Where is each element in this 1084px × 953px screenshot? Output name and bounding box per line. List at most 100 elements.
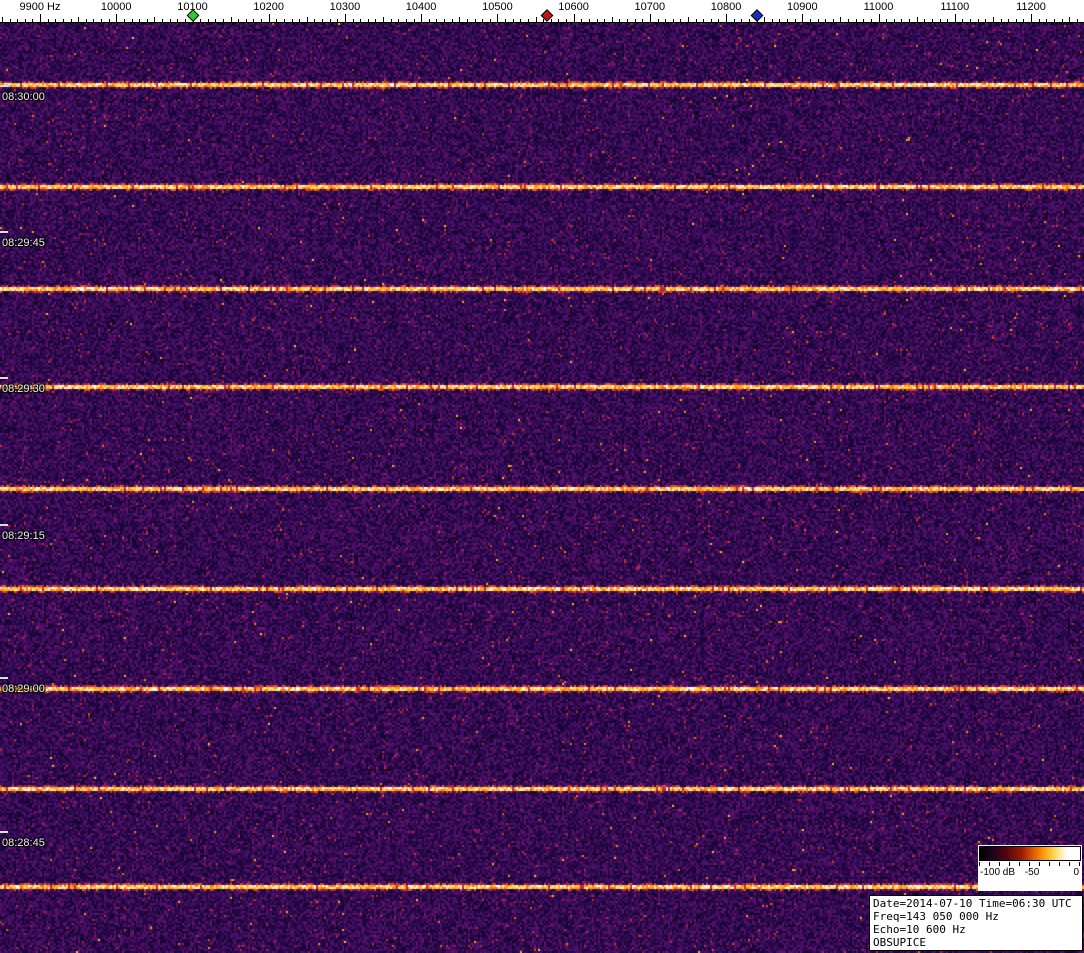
freq-minor-tick: [940, 19, 941, 22]
freq-minor-tick: [566, 19, 567, 22]
freq-tick-label: 10900: [787, 1, 818, 13]
freq-major-tick: [345, 14, 346, 22]
info-box: Date=2014-07-10 Time=06:30 UTC Freq=143 …: [869, 895, 1083, 951]
freq-minor-tick: [779, 19, 780, 22]
freq-minor-tick: [429, 19, 430, 22]
freq-minor-tick: [391, 19, 392, 22]
freq-minor-tick: [627, 19, 628, 22]
freq-minor-tick: [436, 19, 437, 22]
freq-major-tick: [802, 14, 803, 22]
colorbar-legend: -100 dB -50 0: [978, 845, 1082, 891]
freq-minor-tick: [238, 19, 239, 22]
freq-minor-tick: [101, 19, 102, 22]
freq-minor-tick: [513, 19, 514, 22]
freq-minor-tick: [322, 19, 323, 22]
freq-minor-tick: [459, 17, 460, 22]
freq-tick-label: 9900 Hz: [20, 1, 61, 13]
freq-minor-tick: [558, 19, 559, 22]
freq-minor-tick: [276, 19, 277, 22]
freq-minor-tick: [452, 19, 453, 22]
freq-minor-tick: [2, 17, 3, 22]
freq-minor-tick: [48, 19, 49, 22]
freq-minor-tick: [894, 19, 895, 22]
freq-minor-tick: [848, 19, 849, 22]
freq-minor-tick: [154, 17, 155, 22]
freq-minor-tick: [63, 19, 64, 22]
freq-minor-tick: [71, 19, 72, 22]
freq-minor-tick: [223, 19, 224, 22]
freq-minor-tick: [314, 19, 315, 22]
colorbar-gradient: [979, 846, 1081, 861]
freq-minor-tick: [871, 19, 872, 22]
freq-minor-tick: [810, 19, 811, 22]
freq-minor-tick: [1039, 19, 1040, 22]
freq-minor-tick: [825, 19, 826, 22]
freq-minor-tick: [307, 17, 308, 22]
freq-minor-tick: [658, 19, 659, 22]
freq-minor-tick: [749, 19, 750, 22]
freq-minor-tick: [1062, 19, 1063, 22]
freq-minor-tick: [787, 19, 788, 22]
freq-minor-tick: [86, 19, 87, 22]
freq-major-tick: [574, 14, 575, 22]
freq-minor-tick: [673, 19, 674, 22]
freq-minor-tick: [619, 19, 620, 22]
freq-minor-tick: [177, 19, 178, 22]
info-frequency: Freq=143 050 000 Hz: [873, 910, 1079, 923]
freq-minor-tick: [1046, 19, 1047, 22]
info-echo: Echo=10 600 Hz: [873, 923, 1079, 936]
freq-major-tick: [116, 14, 117, 22]
freq-minor-tick: [604, 19, 605, 22]
freq-minor-tick: [665, 19, 666, 22]
freq-tick-label: 10200: [253, 1, 284, 13]
freq-tick-label: 10800: [711, 1, 742, 13]
freq-minor-tick: [284, 19, 285, 22]
freq-minor-tick: [985, 19, 986, 22]
freq-minor-tick: [170, 19, 171, 22]
freq-minor-tick: [490, 19, 491, 22]
freq-minor-tick: [536, 17, 537, 22]
colorbar-min-label: -100 dB: [980, 867, 1015, 878]
freq-minor-tick: [231, 17, 232, 22]
freq-minor-tick: [10, 19, 11, 22]
waterfall-canvas[interactable]: [0, 23, 1084, 953]
freq-minor-tick: [124, 19, 125, 22]
blue-frequency-marker-icon[interactable]: [750, 9, 763, 22]
freq-minor-tick: [253, 19, 254, 22]
freq-minor-tick: [1077, 19, 1078, 22]
freq-minor-tick: [337, 19, 338, 22]
freq-minor-tick: [299, 19, 300, 22]
freq-minor-tick: [360, 19, 361, 22]
freq-minor-tick: [688, 17, 689, 22]
freq-minor-tick: [1001, 19, 1002, 22]
freq-tick-label: 11100: [940, 1, 969, 13]
freq-minor-tick: [993, 17, 994, 22]
freq-minor-tick: [581, 19, 582, 22]
freq-minor-tick: [292, 19, 293, 22]
freq-minor-tick: [78, 17, 79, 22]
freq-major-tick: [421, 14, 422, 22]
freq-minor-tick: [406, 19, 407, 22]
freq-minor-tick: [978, 19, 979, 22]
freq-minor-tick: [261, 19, 262, 22]
freq-minor-tick: [482, 19, 483, 22]
freq-minor-tick: [1023, 19, 1024, 22]
freq-major-tick: [955, 14, 956, 22]
freq-minor-tick: [375, 19, 376, 22]
freq-tick-label: 10600: [558, 1, 589, 13]
freq-minor-tick: [17, 19, 18, 22]
freq-minor-tick: [185, 19, 186, 22]
freq-tick-label: 11200: [1016, 1, 1046, 13]
freq-minor-tick: [353, 19, 354, 22]
info-date-time: Date=2014-07-10 Time=06:30 UTC: [873, 897, 1079, 910]
freq-minor-tick: [505, 19, 506, 22]
freq-minor-tick: [200, 19, 201, 22]
freq-minor-tick: [330, 19, 331, 22]
freq-minor-tick: [208, 19, 209, 22]
freq-minor-tick: [696, 19, 697, 22]
freq-minor-tick: [25, 19, 26, 22]
freq-major-tick: [269, 14, 270, 22]
freq-minor-tick: [589, 19, 590, 22]
freq-major-tick: [497, 14, 498, 22]
freq-minor-tick: [795, 19, 796, 22]
